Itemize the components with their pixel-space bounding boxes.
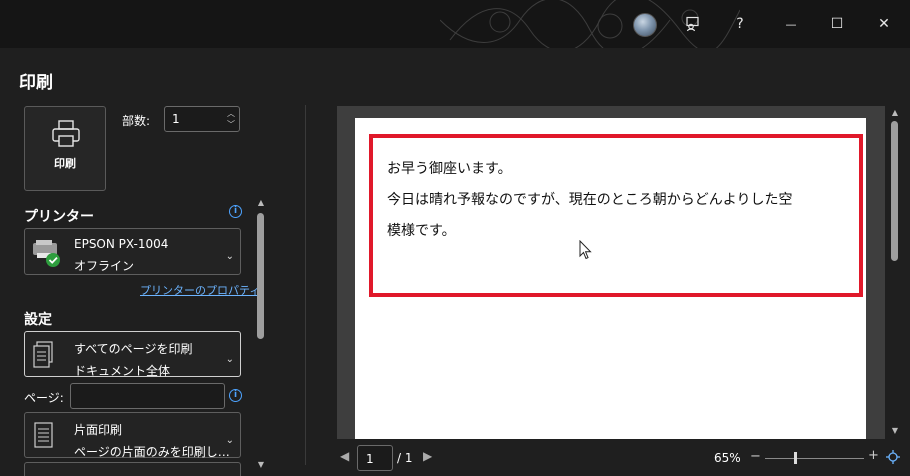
close-icon: ✕	[878, 16, 890, 32]
settings-header: 設定	[24, 312, 52, 328]
close-button[interactable]: ✕	[870, 10, 898, 38]
document-line: 模様です。	[387, 223, 456, 239]
chevron-down-icon: ⌄	[225, 435, 234, 446]
preview-page: お早う御座います。 今日は晴れ予報なのですが、現在のところ朝からどんよりした空 …	[355, 118, 866, 439]
sides-dropdown[interactable]: 片面印刷 ページの片面のみを印刷し… ⌄	[24, 412, 241, 459]
scroll-down-icon[interactable]: ▼	[256, 460, 266, 469]
pages-label: ページ:	[24, 391, 64, 405]
settings-scrollbar[interactable]: ▲ ▼	[256, 198, 266, 472]
feedback-icon[interactable]	[679, 10, 707, 38]
chevron-down-icon: ⌄	[225, 251, 234, 262]
zoom-out-button[interactable]: −	[750, 449, 761, 464]
zoom-in-button[interactable]: +	[868, 448, 879, 463]
print-preview: お早う御座います。 今日は晴れ予報なのですが、現在のところ朝からどんよりした空 …	[337, 106, 885, 439]
total-pages: / 1	[397, 451, 413, 465]
printer-status: オフライン	[74, 259, 135, 273]
scroll-up-icon[interactable]: ▲	[889, 108, 901, 117]
printer-info-icon[interactable]: i	[229, 205, 242, 218]
zoom-to-page-icon[interactable]	[886, 450, 900, 464]
print-settings-panel: 印刷 印刷 部数: 1 ︿ ﹀ プリンター i EPSON PX-1004 オフラ…	[0, 48, 305, 476]
printer-icon	[52, 120, 80, 147]
printer-name: EPSON PX-1004	[74, 237, 169, 251]
zoom-slider-thumb[interactable]	[794, 452, 797, 464]
user-avatar[interactable]	[633, 13, 657, 37]
chevron-down-icon: ⌄	[225, 354, 234, 365]
copies-label: 部数:	[122, 114, 151, 128]
next-page-icon[interactable]: ▶	[423, 449, 432, 463]
document-line: お早う御座います。	[387, 161, 512, 177]
print-range-dropdown[interactable]: すべてのページを印刷 ドキュメント全体 ⌄	[24, 331, 241, 378]
single-sided-icon	[34, 422, 53, 448]
copies-stepper[interactable]: 1 ︿ ﹀	[164, 106, 240, 132]
document-text: お早う御座います。 今日は晴れ予報なのですが、現在のところ朝からどんよりした空 …	[387, 154, 847, 247]
pages-info-icon[interactable]: i	[229, 389, 242, 402]
scrollbar-thumb[interactable]	[257, 213, 264, 339]
maximize-icon: ☐	[830, 16, 844, 32]
zoom-slider[interactable]	[765, 458, 864, 459]
document-line: 今日は晴れ予報なのですが、現在のところ朝からどんよりした空	[387, 192, 793, 208]
sides-line1: 片面印刷	[74, 423, 123, 437]
print-button-label: 印刷	[54, 157, 76, 170]
scrollbar-thumb[interactable]	[891, 121, 898, 261]
next-setting-dropdown[interactable]	[24, 462, 241, 476]
print-range-line2: ドキュメント全体	[74, 364, 171, 378]
preview-scrollbar[interactable]: ▲ ▼	[889, 106, 901, 439]
scroll-up-icon[interactable]: ▲	[256, 198, 266, 207]
stepper-arrows-icon[interactable]: ︿ ﹀	[227, 108, 235, 130]
scroll-down-icon[interactable]: ▼	[889, 426, 901, 435]
page-number-input[interactable]: 1	[357, 445, 393, 471]
print-range-line1: すべてのページを印刷	[74, 342, 193, 356]
panel-divider	[305, 105, 306, 465]
sides-line2: ページの片面のみを印刷し…	[74, 445, 230, 459]
minimize-icon: —	[785, 17, 797, 31]
document-pages-icon	[33, 341, 53, 368]
title-bar: ? — ☐ ✕	[0, 0, 910, 48]
current-page: 1	[366, 452, 374, 466]
pages-input[interactable]	[70, 383, 225, 409]
printer-status-icon	[33, 240, 60, 267]
previous-page-icon[interactable]: ◀	[340, 449, 349, 463]
printer-header: プリンター	[24, 209, 94, 225]
copies-value: 1	[172, 112, 180, 126]
print-button[interactable]: 印刷	[24, 106, 106, 191]
help-label: ?	[736, 16, 744, 32]
zoom-level: 65%	[714, 451, 741, 465]
minimize-button[interactable]: —	[777, 10, 805, 38]
panel-title: 印刷	[19, 73, 53, 93]
help-button[interactable]: ?	[726, 10, 754, 38]
mouse-pointer-icon	[579, 240, 592, 260]
printer-properties-link[interactable]: プリンターのプロパティ	[140, 282, 260, 298]
maximize-button[interactable]: ☐	[823, 10, 851, 38]
printer-dropdown[interactable]: EPSON PX-1004 オフライン ⌄	[24, 228, 241, 275]
